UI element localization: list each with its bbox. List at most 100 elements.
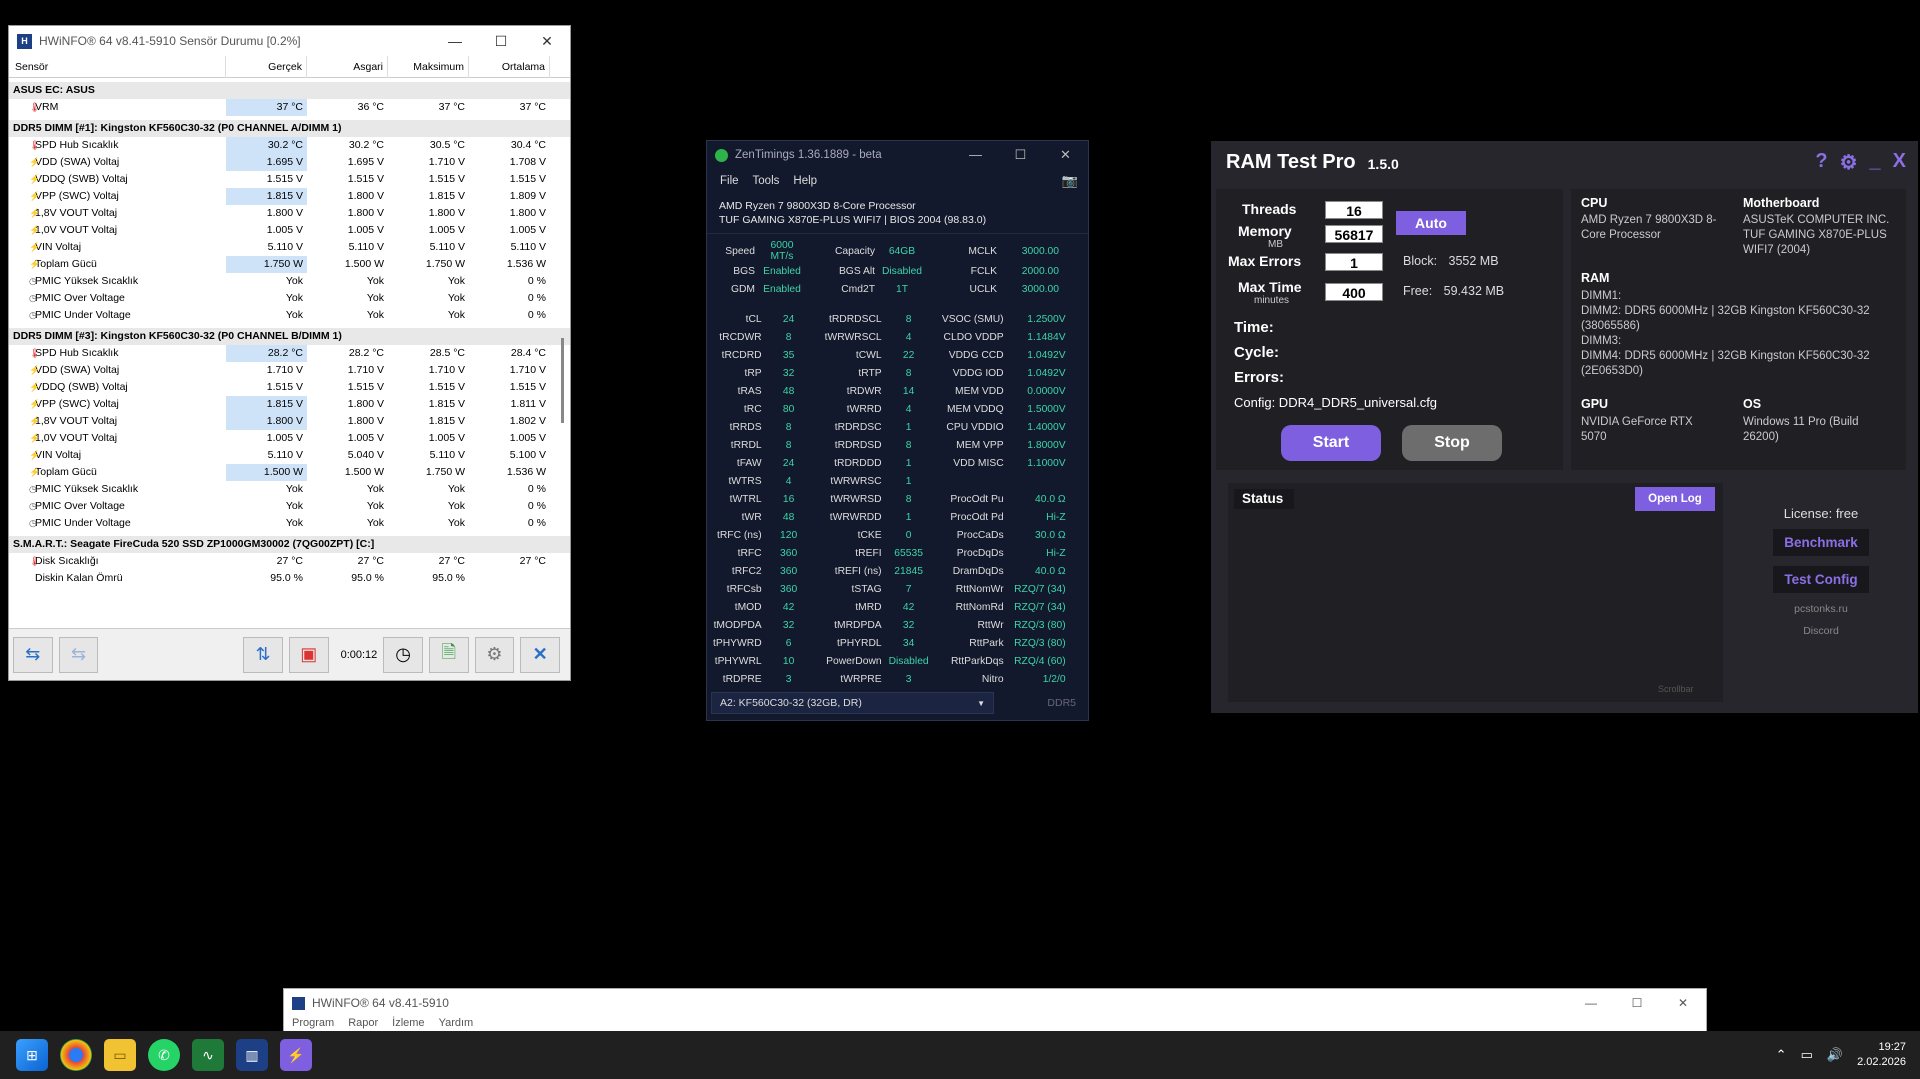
clock[interactable]: 19:27 2.02.2026: [1857, 1040, 1906, 1070]
col-header-min[interactable]: Asgari: [307, 55, 388, 78]
menu-monitor[interactable]: İzleme: [392, 1017, 424, 1029]
activity-monitor-icon[interactable]: ∿: [192, 1039, 224, 1071]
close-icon[interactable]: ✕: [524, 33, 570, 50]
sensor-chip-icon[interactable]: ▣: [288, 636, 329, 673]
start-button[interactable]: Start: [1281, 425, 1381, 461]
col-header-sensor[interactable]: Sensör: [9, 55, 226, 78]
config-file[interactable]: Config: DDR4_DDR5_universal.cfg: [1234, 395, 1437, 410]
help-icon[interactable]: ?: [1815, 150, 1827, 175]
whatsapp-icon[interactable]: ✆: [148, 1039, 180, 1071]
sensor-row[interactable]: ⚡ VDDQ (SWB) Voltaj 1.515 V 1.515 V 1.515 V 1…: [9, 379, 570, 396]
menu-report[interactable]: Rapor: [348, 1017, 378, 1029]
add-log-icon[interactable]: 🗎: [428, 636, 469, 673]
close-icon[interactable]: ✕: [1043, 147, 1088, 163]
sensor-row[interactable]: ⚡ VDD (SWA) Voltaj 1.695 V 1.695 V 1.710 V 1.…: [9, 154, 570, 171]
col-header-current[interactable]: Gerçek: [226, 55, 307, 78]
dimm-select[interactable]: A2: KF560C30-32 (32GB, DR) ▼: [711, 692, 994, 714]
zentimings-titlebar[interactable]: ZenTimings 1.36.1889 - beta — ☐ ✕: [707, 141, 1088, 169]
sensor-row[interactable]: ⚡ VDDQ (SWB) Voltaj 1.515 V 1.515 V 1.515 V 1…: [9, 171, 570, 188]
sensor-group-header[interactable]: DDR5 DIMM [#1]: Kingston KF560C30-32 (P0…: [9, 120, 570, 137]
min-value: 1.005 V: [347, 432, 384, 444]
benchmark-button[interactable]: Benchmark: [1773, 529, 1869, 556]
threads-input[interactable]: 16: [1325, 201, 1383, 219]
sensor-row[interactable]: 🌡 Disk Sıcaklığı 27 °C 27 °C 27 °C 27 °C: [9, 553, 570, 570]
sensor-row[interactable]: ⚡ VPP (SWC) Voltaj 1.815 V 1.800 V 1.815 V 1.…: [9, 188, 570, 205]
menu-help[interactable]: Yardım: [439, 1017, 474, 1029]
start-windows-icon[interactable]: ⊞: [16, 1039, 48, 1071]
close-sensors-icon[interactable]: ✕: [520, 636, 561, 673]
ramtest-taskbar-icon[interactable]: ⚡: [280, 1039, 312, 1071]
network-icon[interactable]: ⇅: [243, 636, 283, 673]
col-header-avg[interactable]: Ortalama: [469, 55, 550, 78]
sensor-row[interactable]: 🌡 VRM 37 °C 36 °C 37 °C 37 °C: [9, 99, 570, 116]
auto-button[interactable]: Auto: [1396, 211, 1466, 235]
memory-input[interactable]: 56817: [1325, 225, 1383, 243]
sensor-list[interactable]: ASUS EC: ASUS 🌡 VRM 37 °C 36 °C 37 °C 37 °C DDR…: [9, 78, 570, 616]
timing-label: FCLK: [970, 265, 997, 277]
minimize-icon[interactable]: —: [953, 147, 998, 163]
max-time-input[interactable]: 400: [1325, 283, 1383, 301]
min-value: Yok: [366, 483, 384, 495]
ramtest-titlebar[interactable]: RAM Test Pro 1.5.0 ? ⚙ _ X: [1211, 141, 1918, 183]
timing-label: [930, 472, 1010, 490]
scrollbar[interactable]: [560, 78, 566, 616]
sensor-group-header[interactable]: ASUS EC: ASUS: [9, 82, 570, 99]
scrollbar-thumb[interactable]: [561, 338, 564, 423]
sensor-row[interactable]: ⚡ 1,8V VOUT Voltaj 1.800 V 1.800 V 1.815 V 1.…: [9, 413, 570, 430]
nav-arrows-icon[interactable]: ⇆: [13, 636, 53, 673]
clock-icon[interactable]: ◷: [383, 636, 423, 673]
sensor-row[interactable]: ◷ PMIC Under Voltage Yok Yok Yok 0 %: [9, 307, 570, 324]
hwinfo-titlebar[interactable]: H HWiNFO® 64 v8.41-5910 Sensör Durumu [0…: [9, 26, 570, 56]
max-errors-input[interactable]: 1: [1325, 253, 1383, 271]
minimize-icon[interactable]: —: [1568, 996, 1614, 1010]
stop-button[interactable]: Stop: [1402, 425, 1502, 461]
sensor-row[interactable]: 🌡 SPD Hub Sıcaklık 30.2 °C 30.2 °C 30.5 °C 30…: [9, 137, 570, 154]
sensor-row[interactable]: ◷ PMIC Over Voltage Yok Yok Yok 0 %: [9, 498, 570, 515]
hwinfo-main-titlebar[interactable]: HWiNFO® 64 v8.41-5910 — ☐ ✕: [284, 989, 1706, 1017]
sensor-row[interactable]: ◷ PMIC Under Voltage Yok Yok Yok 0 %: [9, 515, 570, 532]
sensor-row[interactable]: ⚡ VDD (SWA) Voltaj 1.710 V 1.710 V 1.710 V 1.…: [9, 362, 570, 379]
file-explorer-icon[interactable]: ▭: [104, 1039, 136, 1071]
network-icon[interactable]: ▭: [1801, 1047, 1813, 1063]
scrollbar-label[interactable]: Scrollbar: [1658, 684, 1694, 694]
settings-gear-icon[interactable]: ⚙: [474, 636, 515, 673]
menu-program[interactable]: Program: [292, 1017, 334, 1029]
sensor-row[interactable]: ⚡ VIN Voltaj 5.110 V 5.110 V 5.110 V 5.110 V: [9, 239, 570, 256]
test-config-button[interactable]: Test Config: [1773, 566, 1869, 593]
tray-chevron-icon[interactable]: ⌃: [1776, 1047, 1787, 1063]
chrome-icon[interactable]: [60, 1039, 92, 1071]
sensor-row[interactable]: 🌡 SPD Hub Sıcaklık 28.2 °C 28.2 °C 28.5 °C 28…: [9, 345, 570, 362]
volume-icon[interactable]: 🔊: [1827, 1047, 1843, 1063]
maximize-icon[interactable]: ☐: [478, 33, 524, 50]
sensor-group-header[interactable]: S.M.A.R.T.: Seagate FireCuda 520 SSD ZP1…: [9, 536, 570, 553]
sensor-row[interactable]: ◷ PMIC Yüksek Sıcaklık Yok Yok Yok 0 %: [9, 481, 570, 498]
sensor-row[interactable]: ⚡ 1,8V VOUT Voltaj 1.800 V 1.800 V 1.800 V 1.…: [9, 205, 570, 222]
col-header-max[interactable]: Maksimum: [388, 55, 469, 78]
screenshot-camera-icon[interactable]: 📷: [1062, 173, 1078, 189]
sensor-row[interactable]: ⚡ VIN Voltaj 5.110 V 5.040 V 5.110 V 5.100 V: [9, 447, 570, 464]
sensor-row[interactable]: Diskin Kalan Ömrü 95.0 % 95.0 % 95.0 %: [9, 570, 570, 587]
maximize-icon[interactable]: ☐: [998, 147, 1043, 163]
settings-gear-icon[interactable]: ⚙: [1840, 150, 1858, 175]
menu-tools[interactable]: Tools: [753, 175, 780, 187]
sensor-row[interactable]: ⚡ 1,0V VOUT Voltaj 1.005 V 1.005 V 1.005 V 1.…: [9, 222, 570, 239]
maximize-icon[interactable]: ☐: [1614, 996, 1660, 1010]
minimize-icon[interactable]: —: [432, 33, 478, 50]
sensor-row[interactable]: ◷ PMIC Yüksek Sıcaklık Yok Yok Yok 0 %: [9, 273, 570, 290]
menu-file[interactable]: File: [720, 175, 739, 187]
hwinfo-taskbar-icon[interactable]: ▥: [236, 1039, 268, 1071]
sensor-row[interactable]: ⚡ Toplam Gücü 1.500 W 1.500 W 1.750 W 1.536 W: [9, 464, 570, 481]
sensor-group-header[interactable]: DDR5 DIMM [#3]: Kingston KF560C30-32 (P0…: [9, 328, 570, 345]
sensor-row[interactable]: ⚡ Toplam Gücü 1.750 W 1.500 W 1.750 W 1.536 W: [9, 256, 570, 273]
sensor-row[interactable]: ◷ PMIC Over Voltage Yok Yok Yok 0 %: [9, 290, 570, 307]
minimize-icon[interactable]: _: [1870, 150, 1881, 175]
sensor-row[interactable]: ⚡ 1,0V VOUT Voltaj 1.005 V 1.005 V 1.005 V 1.…: [9, 430, 570, 447]
discord-link[interactable]: Discord: [1736, 625, 1906, 637]
open-log-button[interactable]: Open Log: [1635, 487, 1715, 511]
nav-arrows-alt-icon[interactable]: ⇆: [58, 636, 99, 673]
menu-help[interactable]: Help: [793, 175, 817, 187]
close-icon[interactable]: X: [1893, 150, 1906, 175]
site-link[interactable]: pcstonks.ru: [1736, 603, 1906, 615]
sensor-row[interactable]: ⚡ VPP (SWC) Voltaj 1.815 V 1.800 V 1.815 V 1.…: [9, 396, 570, 413]
close-icon[interactable]: ✕: [1660, 996, 1706, 1010]
